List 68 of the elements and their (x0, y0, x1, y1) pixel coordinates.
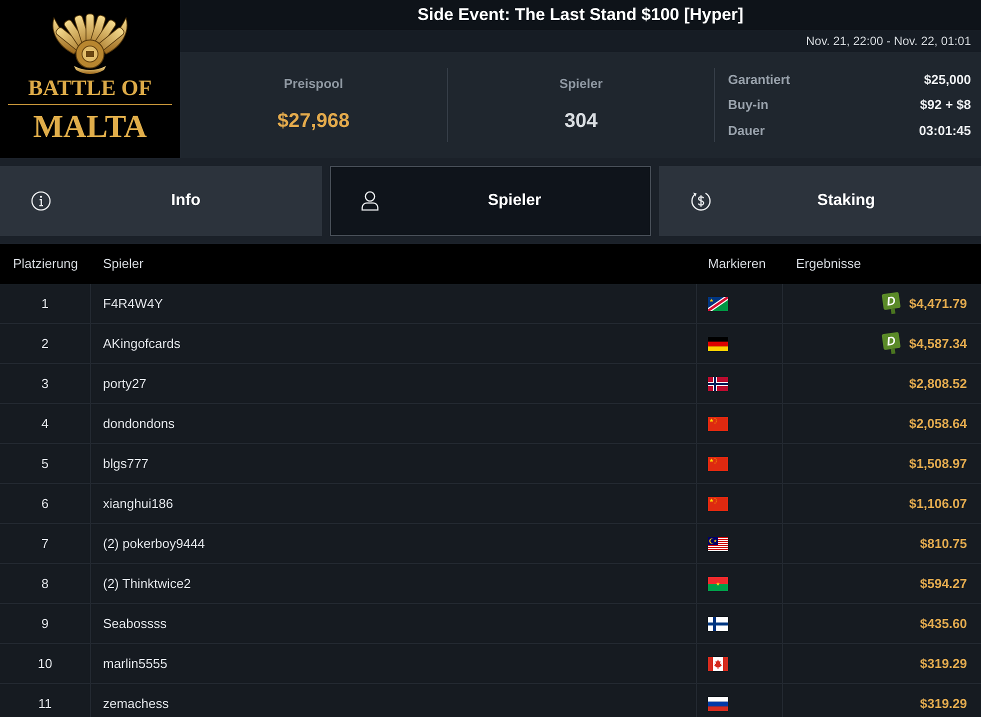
result-amount: $319.29 (920, 654, 967, 673)
stat-value: 304 (564, 108, 598, 134)
flag-icon (708, 536, 728, 550)
player-name: F4R4W4Y (103, 294, 163, 313)
result-amount: $4,587.34 (909, 334, 967, 353)
flag-icon (708, 496, 728, 510)
place-number: 8 (41, 574, 49, 593)
flag-icon (708, 656, 728, 670)
result-amount: $594.27 (920, 574, 967, 593)
flag-icon (708, 336, 728, 350)
flag-icon (708, 456, 728, 470)
place-number: 10 (38, 654, 52, 673)
event-title: Side Event: The Last Stand $100 [Hyper] (418, 4, 744, 26)
logo-text: MALTA (33, 109, 147, 143)
stat-label: Spieler (559, 75, 603, 94)
detail-value: $25,000 (924, 70, 971, 89)
dollar-cycle-icon (690, 190, 712, 212)
result-amount: $319.29 (920, 694, 967, 713)
tab[interactable]: Spieler (330, 166, 652, 236)
tab[interactable]: Staking (659, 166, 981, 236)
result-amount: $2,808.52 (909, 374, 967, 393)
place-number: 11 (38, 694, 52, 713)
detail-label: Buy-in (728, 96, 768, 114)
flag-icon (708, 296, 728, 310)
place-number: 6 (41, 494, 49, 513)
detail-value: $92 + $8 (920, 96, 971, 114)
player-name: zemachess (103, 694, 169, 713)
player-name: AKingofcards (103, 334, 180, 353)
player-name: dondondons (103, 414, 175, 433)
tab[interactable]: Info (0, 166, 322, 236)
column-header: Spieler (103, 256, 144, 272)
player-name: porty27 (103, 374, 146, 393)
result-amount: $435.60 (920, 614, 967, 633)
user-icon (360, 191, 379, 211)
player-name: Seabossss (103, 614, 167, 633)
date-range: Nov. 21, 22:00 - Nov. 22, 01:01 (806, 33, 971, 50)
player-name: marlin5555 (103, 654, 168, 673)
place-number: 2 (41, 334, 49, 353)
place-number: 3 (41, 374, 49, 393)
player-name: (2) pokerboy9444 (103, 534, 205, 553)
player-name: (2) Thinktwice2 (103, 574, 191, 593)
result-amount: $810.75 (920, 534, 967, 553)
result-amount: $1,106.07 (909, 494, 967, 513)
flag-icon (708, 576, 728, 590)
flag-icon (708, 376, 728, 390)
column-header: Ergebnisse (796, 256, 862, 272)
place-number: 1 (41, 294, 49, 313)
stat-label: Preispool (284, 75, 344, 94)
place-number: 5 (41, 454, 49, 473)
flag-icon (708, 416, 728, 430)
logo-text: BATTLE OF (28, 76, 152, 100)
flag-icon (708, 696, 728, 710)
result-amount: $1,508.97 (909, 454, 967, 473)
detail-label: Garantiert (728, 70, 790, 89)
column-header: Platzierung (12, 256, 78, 272)
column-header: Markieren (708, 256, 766, 272)
place-number: 4 (41, 414, 49, 433)
info-icon (31, 191, 51, 211)
detail-label: Dauer (728, 122, 765, 140)
place-number: 7 (41, 534, 49, 553)
player-name: xianghui186 (103, 494, 174, 513)
player-name: blgs777 (103, 454, 149, 473)
result-amount: $4,471.79 (909, 294, 967, 313)
result-amount: $2,058.64 (909, 414, 967, 433)
detail-value: 03:01:45 (918, 122, 971, 140)
stat-value: $27,968 (277, 108, 350, 134)
flag-icon (708, 616, 728, 630)
place-number: 9 (41, 614, 49, 633)
